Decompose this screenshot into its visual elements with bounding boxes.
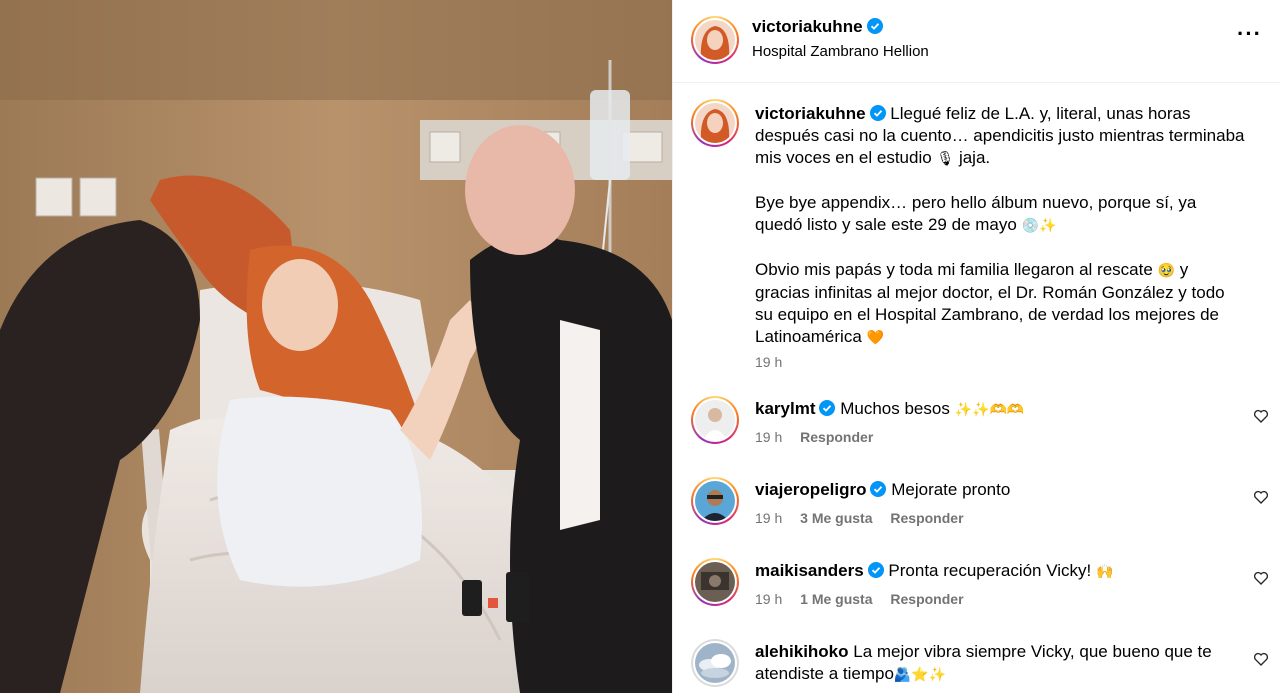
comment-username[interactable]: maikisanders: [755, 561, 864, 580]
caption-timestamp[interactable]: 19 h: [755, 354, 782, 370]
author-username-text[interactable]: victoriakuhne: [752, 17, 863, 36]
comment-body: karylmt Muchos besos ✨✨🫶🫶: [755, 398, 1225, 421]
caption-text-3: Obvio mis papás y toda mi familia llegar…: [755, 260, 1153, 279]
redhead-avatar-icon: [695, 103, 735, 143]
author-avatar[interactable]: [691, 16, 739, 64]
disc-sparkles-emoji: 💿✨: [1021, 218, 1057, 234]
raised-hands-emoji: 🙌: [1096, 564, 1114, 580]
comment-body: maikisanders Pronta recuperación Vicky! …: [755, 560, 1225, 583]
post-header: victoriakuhne Hospital Zambrano Hellion …: [673, 0, 1280, 83]
comment-meta: 19 h 3 Me gusta Responder: [755, 510, 978, 526]
like-heart-icon[interactable]: [1253, 408, 1269, 424]
comment-username[interactable]: karylmt: [755, 399, 815, 418]
comment-time[interactable]: 19 h: [755, 429, 782, 445]
comment-item: viajeropeligro Mejorate pronto 19 h 3 Me…: [673, 477, 1280, 555]
post-photo[interactable]: [0, 0, 672, 693]
more-horizontal-icon: ···: [1237, 21, 1262, 46]
comment-text: Pronta recuperación Vicky!: [888, 561, 1092, 580]
comment-body: viajeropeligro Mejorate pronto: [755, 479, 1225, 501]
like-heart-icon[interactable]: [1253, 489, 1269, 505]
like-heart-icon[interactable]: [1253, 651, 1269, 667]
sparkles-heart-hands-emoji: ✨✨🫶🫶: [954, 402, 1025, 418]
verified-badge-icon: [870, 481, 887, 497]
author-username[interactable]: victoriakuhne: [752, 17, 883, 37]
orange-heart-emoji: 🧡: [866, 330, 884, 346]
comment-body: alehikihoko La mejor vibra siempre Vicky…: [755, 641, 1225, 686]
comment-meta: 19 h Responder: [755, 429, 887, 445]
location-link[interactable]: Hospital Zambrano Hellion: [752, 43, 929, 60]
comment-time[interactable]: 19 h: [755, 591, 782, 607]
teary-face-emoji: 🥹: [1157, 263, 1175, 279]
comment-text: Muchos besos: [840, 399, 950, 418]
comment-time[interactable]: 19 h: [755, 510, 782, 526]
user-avatar-icon: [695, 562, 735, 602]
post-sidebar: victoriakuhne Hospital Zambrano Hellion …: [672, 0, 1280, 693]
comment-username[interactable]: alehikihoko: [755, 642, 849, 661]
more-options-button[interactable]: ···: [1237, 23, 1261, 50]
commenter-avatar[interactable]: [691, 396, 739, 444]
comment-item: karylmt Muchos besos ✨✨🫶🫶 19 h Responder: [673, 396, 1280, 474]
comment-meta: 19 h 1 Me gusta Responder: [755, 591, 978, 607]
verified-badge-icon: [869, 105, 886, 121]
comment-item: alehikihoko La mejor vibra siempre Vicky…: [673, 639, 1280, 693]
post-caption: victoriakuhne Llegué feliz de L.A. y, li…: [755, 103, 1245, 349]
redhead-avatar-icon: [695, 20, 735, 60]
microphone-emoji: 🎙: [936, 151, 955, 167]
comment-username[interactable]: viajeropeligro: [755, 480, 866, 499]
caption-username[interactable]: victoriakuhne: [755, 104, 866, 123]
verified-badge-icon: [819, 400, 836, 416]
hug-star-sparkles-emoji: 🫂⭐✨: [893, 667, 947, 683]
user-avatar-icon: [695, 400, 735, 440]
hospital-room-photo: [0, 0, 672, 693]
verified-badge-icon: [866, 18, 883, 34]
commenter-avatar[interactable]: [691, 477, 739, 525]
comment-likes[interactable]: 1 Me gusta: [800, 591, 872, 607]
caption-text-2: Bye bye appendix… pero hello álbum nuevo…: [755, 193, 1197, 234]
comment-likes[interactable]: 3 Me gusta: [800, 510, 872, 526]
caption-author-avatar[interactable]: [691, 99, 739, 147]
verified-badge-icon: [867, 562, 884, 578]
comment-text: Mejorate pronto: [891, 480, 1011, 499]
reply-button[interactable]: Responder: [800, 429, 873, 445]
caption-text-1-tail: jaja.: [954, 148, 991, 167]
reply-button[interactable]: Responder: [890, 591, 963, 607]
commenter-avatar[interactable]: [691, 639, 739, 687]
user-avatar-icon: [695, 481, 735, 521]
comment-item: maikisanders Pronta recuperación Vicky! …: [673, 558, 1280, 636]
like-heart-icon[interactable]: [1253, 570, 1269, 586]
user-avatar-icon: [695, 643, 735, 683]
reply-button[interactable]: Responder: [890, 510, 963, 526]
commenter-avatar[interactable]: [691, 558, 739, 606]
